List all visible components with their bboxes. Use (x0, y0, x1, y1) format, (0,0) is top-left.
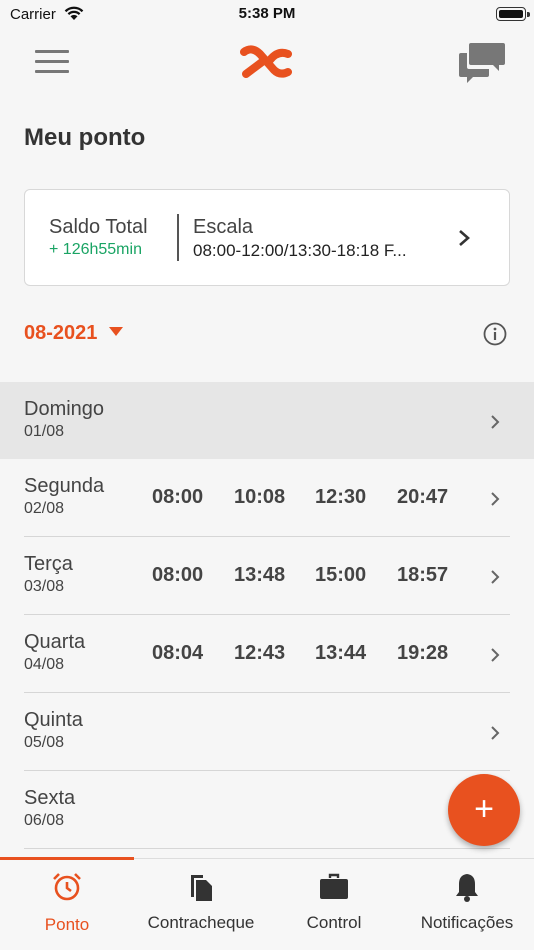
chevron-right-icon (459, 230, 470, 246)
chevron-right-icon (491, 415, 500, 429)
day-row[interactable]: Quarta 04/08 08:04 12:43 13:44 19:28 (0, 615, 534, 693)
day-name: Quarta (24, 631, 86, 653)
tab-label: Control (306, 913, 362, 932)
day-date: 01/08 (24, 423, 65, 440)
day-date: 05/08 (24, 734, 65, 751)
day-name: Terça (24, 553, 73, 575)
day-list: Domingo 01/08 Segunda 02/08 08:00 10:08 … (0, 382, 534, 849)
day-name: Domingo (24, 398, 105, 420)
chevron-right-icon (491, 492, 500, 506)
day-date: 06/08 (24, 812, 65, 829)
alarm-clock-icon (53, 873, 81, 901)
escala-label: Escala (193, 216, 254, 238)
tab-contracheque[interactable]: Contracheque (134, 859, 268, 950)
punch-time: 12:30 (315, 486, 367, 508)
summary-card[interactable]: Saldo Total + 126h55min Escala 08:00-12:… (24, 189, 510, 286)
documents-icon (191, 875, 212, 901)
day-name: Quinta (24, 709, 83, 731)
plus-icon: + (474, 790, 494, 828)
chevron-right-icon (491, 648, 500, 662)
day-date: 04/08 (24, 656, 65, 673)
month-value: 08-2021 (24, 322, 98, 344)
day-row[interactable]: Domingo 01/08 (0, 382, 534, 459)
add-entry-button[interactable]: + (448, 774, 520, 846)
page-title: Meu ponto (24, 124, 146, 151)
punch-time: 18:57 (397, 564, 449, 586)
punch-time: 08:00 (152, 486, 204, 508)
info-icon[interactable] (483, 322, 507, 346)
punch-time: 08:04 (152, 642, 204, 664)
bell-icon (456, 874, 478, 902)
tab-bar: Ponto Contracheque Control Notificações (0, 857, 534, 950)
saldo-label: Saldo Total (49, 216, 148, 238)
battery-icon (496, 7, 530, 21)
day-date: 02/08 (24, 500, 65, 517)
punch-time: 08:00 (152, 564, 204, 586)
tab-ponto[interactable]: Ponto (0, 859, 134, 950)
tab-label: Notificações (420, 913, 514, 932)
punch-time: 12:43 (234, 642, 286, 664)
brand-logo (240, 45, 292, 78)
punch-time: 20:47 (397, 486, 449, 508)
punch-time: 19:28 (397, 642, 449, 664)
tab-label: Ponto (44, 915, 90, 934)
saldo-value: + 126h55min (49, 241, 142, 258)
day-date: 03/08 (24, 578, 65, 595)
caret-down-icon (109, 327, 124, 336)
day-name: Segunda (24, 475, 105, 497)
punch-time: 13:44 (315, 642, 367, 664)
month-selector[interactable]: 08-2021 (24, 322, 124, 345)
day-name: Sexta (24, 787, 76, 809)
tab-control[interactable]: Control (267, 859, 401, 950)
card-divider (177, 214, 179, 261)
hamburger-menu-icon[interactable] (35, 50, 69, 76)
escala-value: 08:00-12:00/13:30-18:18 F... (193, 241, 407, 260)
tab-notificacoes[interactable]: Notificações (400, 859, 534, 950)
day-row[interactable]: Quinta 05/08 (0, 693, 534, 771)
punch-time: 13:48 (234, 564, 286, 586)
punch-time: 15:00 (315, 564, 367, 586)
punch-time: 10:08 (234, 486, 286, 508)
chevron-right-icon (491, 726, 500, 740)
day-row[interactable]: Segunda 02/08 08:00 10:08 12:30 20:47 (0, 459, 534, 537)
day-row[interactable]: Terça 03/08 08:00 13:48 15:00 18:57 (0, 537, 534, 615)
briefcase-icon (320, 873, 348, 899)
chat-icon[interactable] (457, 41, 507, 85)
status-time: 5:38 PM (238, 5, 296, 22)
tab-label: Contracheque (147, 913, 255, 932)
chevron-right-icon (491, 570, 500, 584)
status-bar: Carrier 5:38 PM (0, 0, 534, 28)
